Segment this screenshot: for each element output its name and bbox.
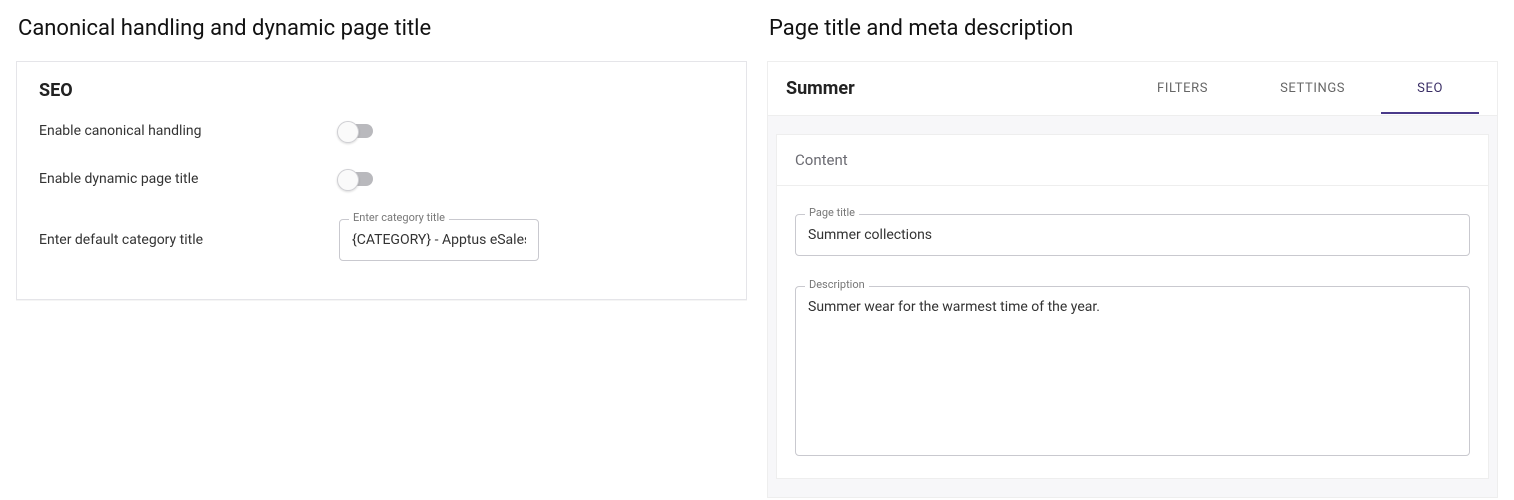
description-field: Description: [795, 286, 1470, 460]
page-title-input[interactable]: [795, 214, 1470, 256]
dynamic-title-label: Enable dynamic page title: [39, 171, 339, 187]
tab-settings[interactable]: SETTINGS: [1244, 63, 1381, 114]
category-title-input[interactable]: [339, 219, 539, 261]
description-legend: Description: [805, 278, 869, 291]
category-title-field: Enter category title: [339, 219, 539, 261]
page-title-field: Page title: [795, 214, 1470, 256]
right-pane-title: Page title and meta description: [769, 16, 1498, 41]
row-canonical: Enable canonical handling: [39, 123, 724, 139]
content-section-label: Content: [777, 135, 1488, 186]
editor-header: Summer FILTERS SETTINGS SEO: [768, 62, 1497, 116]
editor-tabs: FILTERS SETTINGS SEO: [1121, 63, 1479, 114]
content-card: Content Page title Description: [776, 134, 1489, 479]
page-editor: Summer FILTERS SETTINGS SEO Content Page…: [767, 61, 1498, 498]
content-body: Page title Description: [777, 186, 1488, 478]
tab-seo[interactable]: SEO: [1381, 63, 1479, 114]
editor-page-name: Summer: [786, 78, 855, 99]
tab-filters[interactable]: FILTERS: [1121, 63, 1244, 114]
seo-section-title: SEO: [39, 80, 724, 101]
default-category-label: Enter default category title: [39, 232, 339, 248]
category-title-legend: Enter category title: [349, 211, 449, 224]
left-pane: Canonical handling and dynamic page titl…: [16, 8, 747, 492]
seo-card: SEO Enable canonical handling Enable dyn…: [16, 61, 747, 300]
row-dynamic-title: Enable dynamic page title: [39, 171, 724, 187]
right-pane: Page title and meta description Summer F…: [767, 8, 1498, 492]
canonical-label: Enable canonical handling: [39, 123, 339, 139]
page-title-legend: Page title: [805, 206, 859, 219]
description-textarea[interactable]: [795, 286, 1470, 456]
row-default-category: Enter default category title Enter categ…: [39, 219, 724, 261]
dynamic-title-toggle[interactable]: [339, 172, 373, 186]
left-pane-title: Canonical handling and dynamic page titl…: [18, 16, 747, 41]
canonical-toggle[interactable]: [339, 124, 373, 138]
